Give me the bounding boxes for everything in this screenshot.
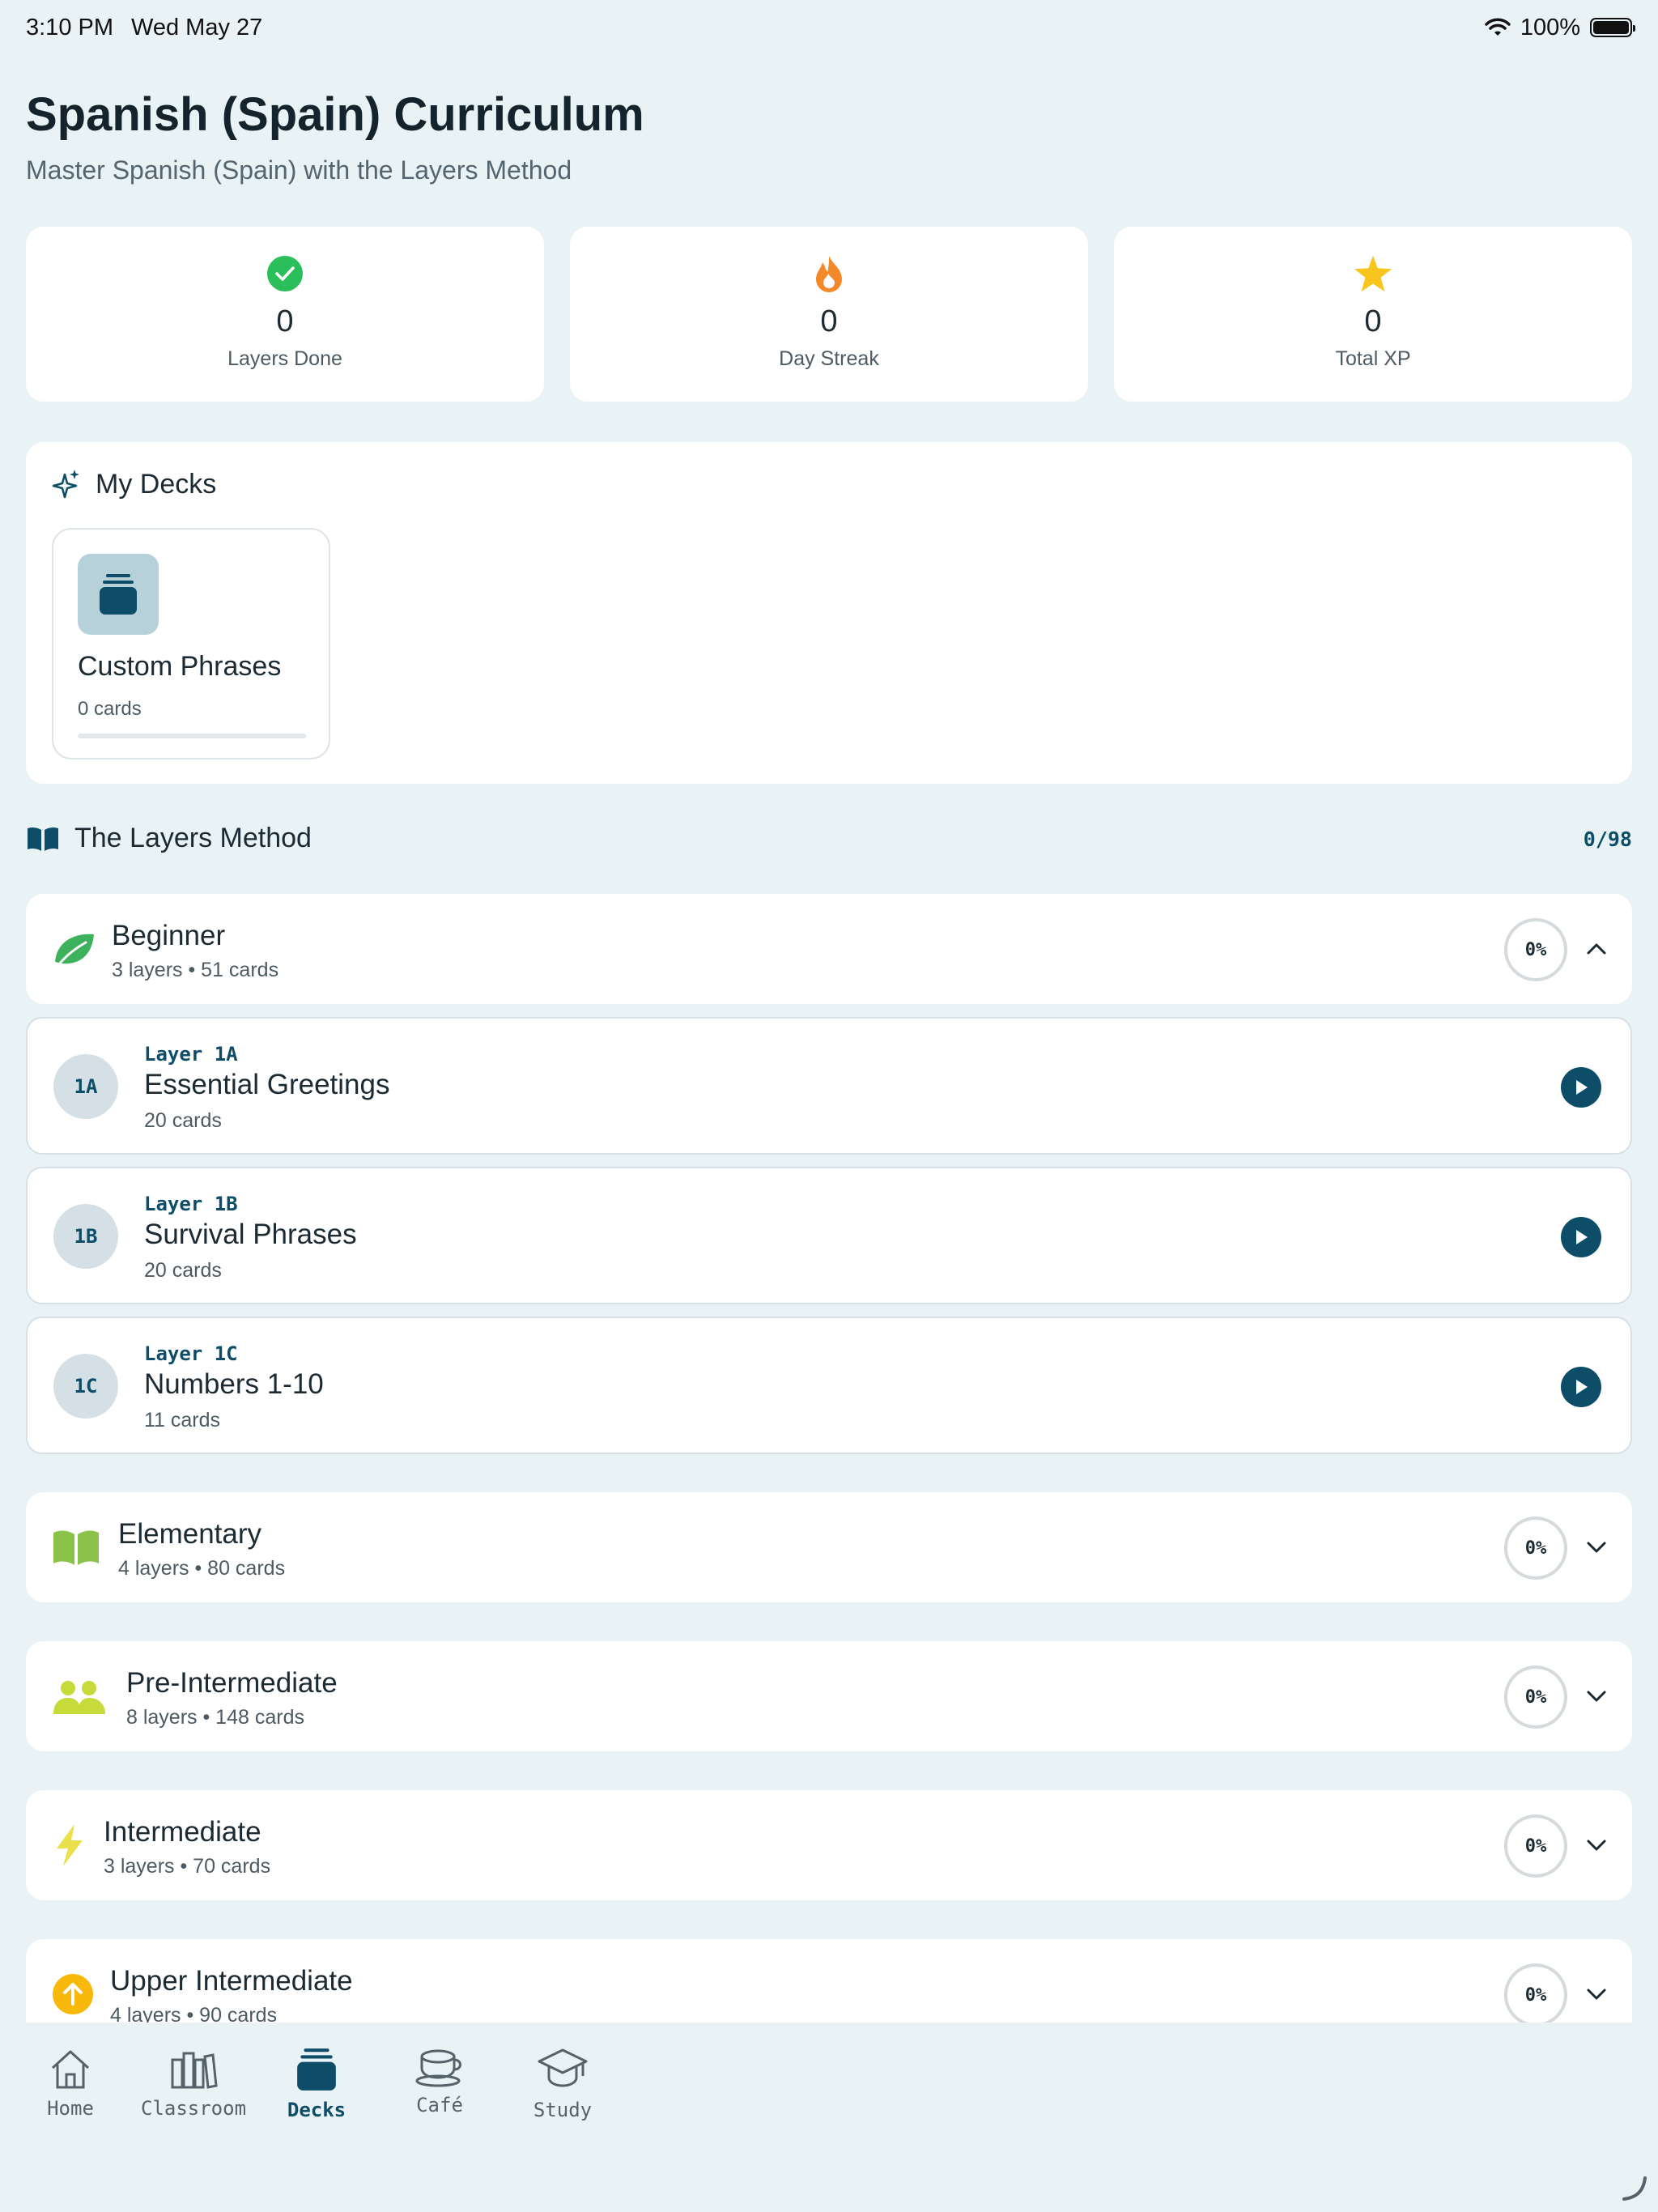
play-button[interactable] <box>1561 1217 1601 1257</box>
home-icon <box>51 2050 90 2089</box>
level-meta: 3 layers • 70 cards <box>104 1855 271 1878</box>
layer-card-count: 20 cards <box>144 1259 222 1282</box>
my-decks-title: My Decks <box>96 468 217 500</box>
status-time: 3:10 PM <box>26 14 113 40</box>
deck-name: Custom Phrases <box>78 651 282 682</box>
battery-icon <box>1590 18 1635 37</box>
page-subtitle: Master Spanish (Spain) with the Layers M… <box>26 155 572 185</box>
level-name: Pre-Intermediate <box>126 1667 338 1699</box>
deck-progress-bar <box>78 734 306 738</box>
flame-icon <box>810 254 848 293</box>
level-elementary[interactable]: Elementary 4 layers • 80 cards 0% <box>26 1492 1632 1602</box>
tab-study[interactable]: Study <box>502 2047 623 2121</box>
star-icon <box>1354 254 1392 293</box>
layer-card-count: 20 cards <box>144 1109 222 1132</box>
stat-label: Layers Done <box>227 347 342 370</box>
open-book-icon <box>28 827 58 851</box>
level-meta: 4 layers • 80 cards <box>118 1557 286 1580</box>
chevron-down-icon[interactable] <box>1584 1683 1609 1709</box>
bolt-icon <box>53 1790 86 1900</box>
layer-tag: Layer 1A <box>144 1043 238 1066</box>
books-icon <box>171 2052 218 2089</box>
layer-row-1b[interactable]: 1B Layer 1B Survival Phrases 20 cards <box>26 1167 1632 1304</box>
level-intermediate[interactable]: Intermediate 3 layers • 70 cards 0% <box>26 1790 1632 1900</box>
level-progress-ring: 0% <box>1504 918 1567 981</box>
resize-handle-icon <box>1622 2176 1647 2201</box>
tab-label: Classroom <box>140 2097 247 2120</box>
layer-row-1c[interactable]: 1C Layer 1C Numbers 1-10 11 cards <box>26 1317 1632 1454</box>
layer-title: Essential Greetings <box>144 1069 390 1100</box>
level-progress-ring: 0% <box>1504 1814 1567 1878</box>
deck-stack-icon <box>297 2048 336 2091</box>
layers-method-header: The Layers Method <box>26 823 312 854</box>
level-name: Beginner <box>112 920 226 951</box>
tab-home[interactable]: Home <box>10 2047 131 2120</box>
stat-card-layers-done: 0 Layers Done <box>26 227 544 402</box>
tab-cafe[interactable]: Café <box>379 2047 500 2116</box>
tab-label: Home <box>47 2097 94 2120</box>
level-meta: 3 layers • 51 cards <box>112 959 279 981</box>
tab-classroom[interactable]: Classroom <box>133 2047 254 2120</box>
stat-label: Day Streak <box>779 347 879 370</box>
tab-label: Café <box>416 2094 463 2116</box>
tab-decks[interactable]: Decks <box>256 2047 377 2121</box>
page-title: Spanish (Spain) Curriculum <box>26 88 644 141</box>
tab-bar: Home Classroom Decks Café Study <box>0 2023 1658 2212</box>
status-bar: 3:10 PM Wed May 27 100% <box>26 11 1635 44</box>
tab-label: Study <box>533 2099 593 2121</box>
deck-stack-icon <box>78 554 159 635</box>
people-icon <box>52 1641 107 1751</box>
battery-percent: 100% <box>1520 14 1580 40</box>
deck-tile-custom-phrases[interactable]: Custom Phrases 0 cards <box>52 528 330 759</box>
play-icon <box>1576 1080 1588 1095</box>
level-progress-ring: 0% <box>1504 1963 1567 2027</box>
layers-progress-count: 0/98 <box>1583 827 1632 851</box>
stat-card-total-xp: 0 Total XP <box>1114 227 1632 402</box>
coffee-cup-icon <box>415 2049 461 2087</box>
level-beginner[interactable]: Beginner 3 layers • 51 cards 0% <box>26 894 1632 1004</box>
layers-method-title: The Layers Method <box>74 823 312 853</box>
play-icon <box>1576 1230 1588 1244</box>
book-icon <box>52 1492 100 1602</box>
chevron-down-icon[interactable] <box>1584 1832 1609 1858</box>
layer-tag: Layer 1C <box>144 1342 238 1365</box>
level-meta: 8 layers • 148 cards <box>126 1706 304 1729</box>
layer-card-count: 11 cards <box>144 1409 221 1431</box>
check-circle-icon <box>266 254 304 293</box>
status-date: Wed May 27 <box>131 14 263 40</box>
my-decks-header: My Decks <box>52 468 216 500</box>
status-indicators: 100% <box>1485 14 1635 41</box>
leaf-icon <box>52 894 97 1004</box>
level-progress-ring: 0% <box>1504 1516 1567 1580</box>
layer-row-1a[interactable]: 1A Layer 1A Essential Greetings 20 cards <box>26 1017 1632 1155</box>
stat-label: Total XP <box>1335 347 1411 370</box>
stat-value: 0 <box>820 304 838 338</box>
deck-card-count: 0 cards <box>78 698 142 720</box>
graduation-cap-icon <box>538 2048 588 2087</box>
layer-badge: 1C <box>53 1354 118 1419</box>
chevron-down-icon[interactable] <box>1584 1981 1609 2007</box>
level-name: Upper Intermediate <box>110 1965 353 1997</box>
chevron-down-icon[interactable] <box>1584 1534 1609 1560</box>
layer-title: Survival Phrases <box>144 1219 357 1250</box>
my-decks-card: My Decks Custom Phrases 0 cards <box>26 442 1632 784</box>
layer-badge: 1B <box>53 1204 118 1269</box>
chevron-up-icon[interactable] <box>1584 936 1609 962</box>
level-pre-intermediate[interactable]: Pre-Intermediate 8 layers • 148 cards 0% <box>26 1641 1632 1751</box>
layer-badge: 1A <box>53 1054 118 1119</box>
layer-title: Numbers 1-10 <box>144 1368 324 1400</box>
tab-label: Decks <box>287 2099 346 2121</box>
sparkle-icon <box>52 470 79 499</box>
play-button[interactable] <box>1561 1067 1601 1108</box>
level-name: Elementary <box>118 1518 262 1550</box>
play-icon <box>1576 1380 1588 1394</box>
play-button[interactable] <box>1561 1367 1601 1407</box>
stat-card-day-streak: 0 Day Streak <box>570 227 1088 402</box>
layer-tag: Layer 1B <box>144 1193 238 1215</box>
wifi-icon <box>1485 18 1511 36</box>
stat-value: 0 <box>276 304 294 338</box>
level-progress-ring: 0% <box>1504 1665 1567 1729</box>
level-name: Intermediate <box>104 1816 261 1848</box>
stat-value: 0 <box>1364 304 1382 338</box>
